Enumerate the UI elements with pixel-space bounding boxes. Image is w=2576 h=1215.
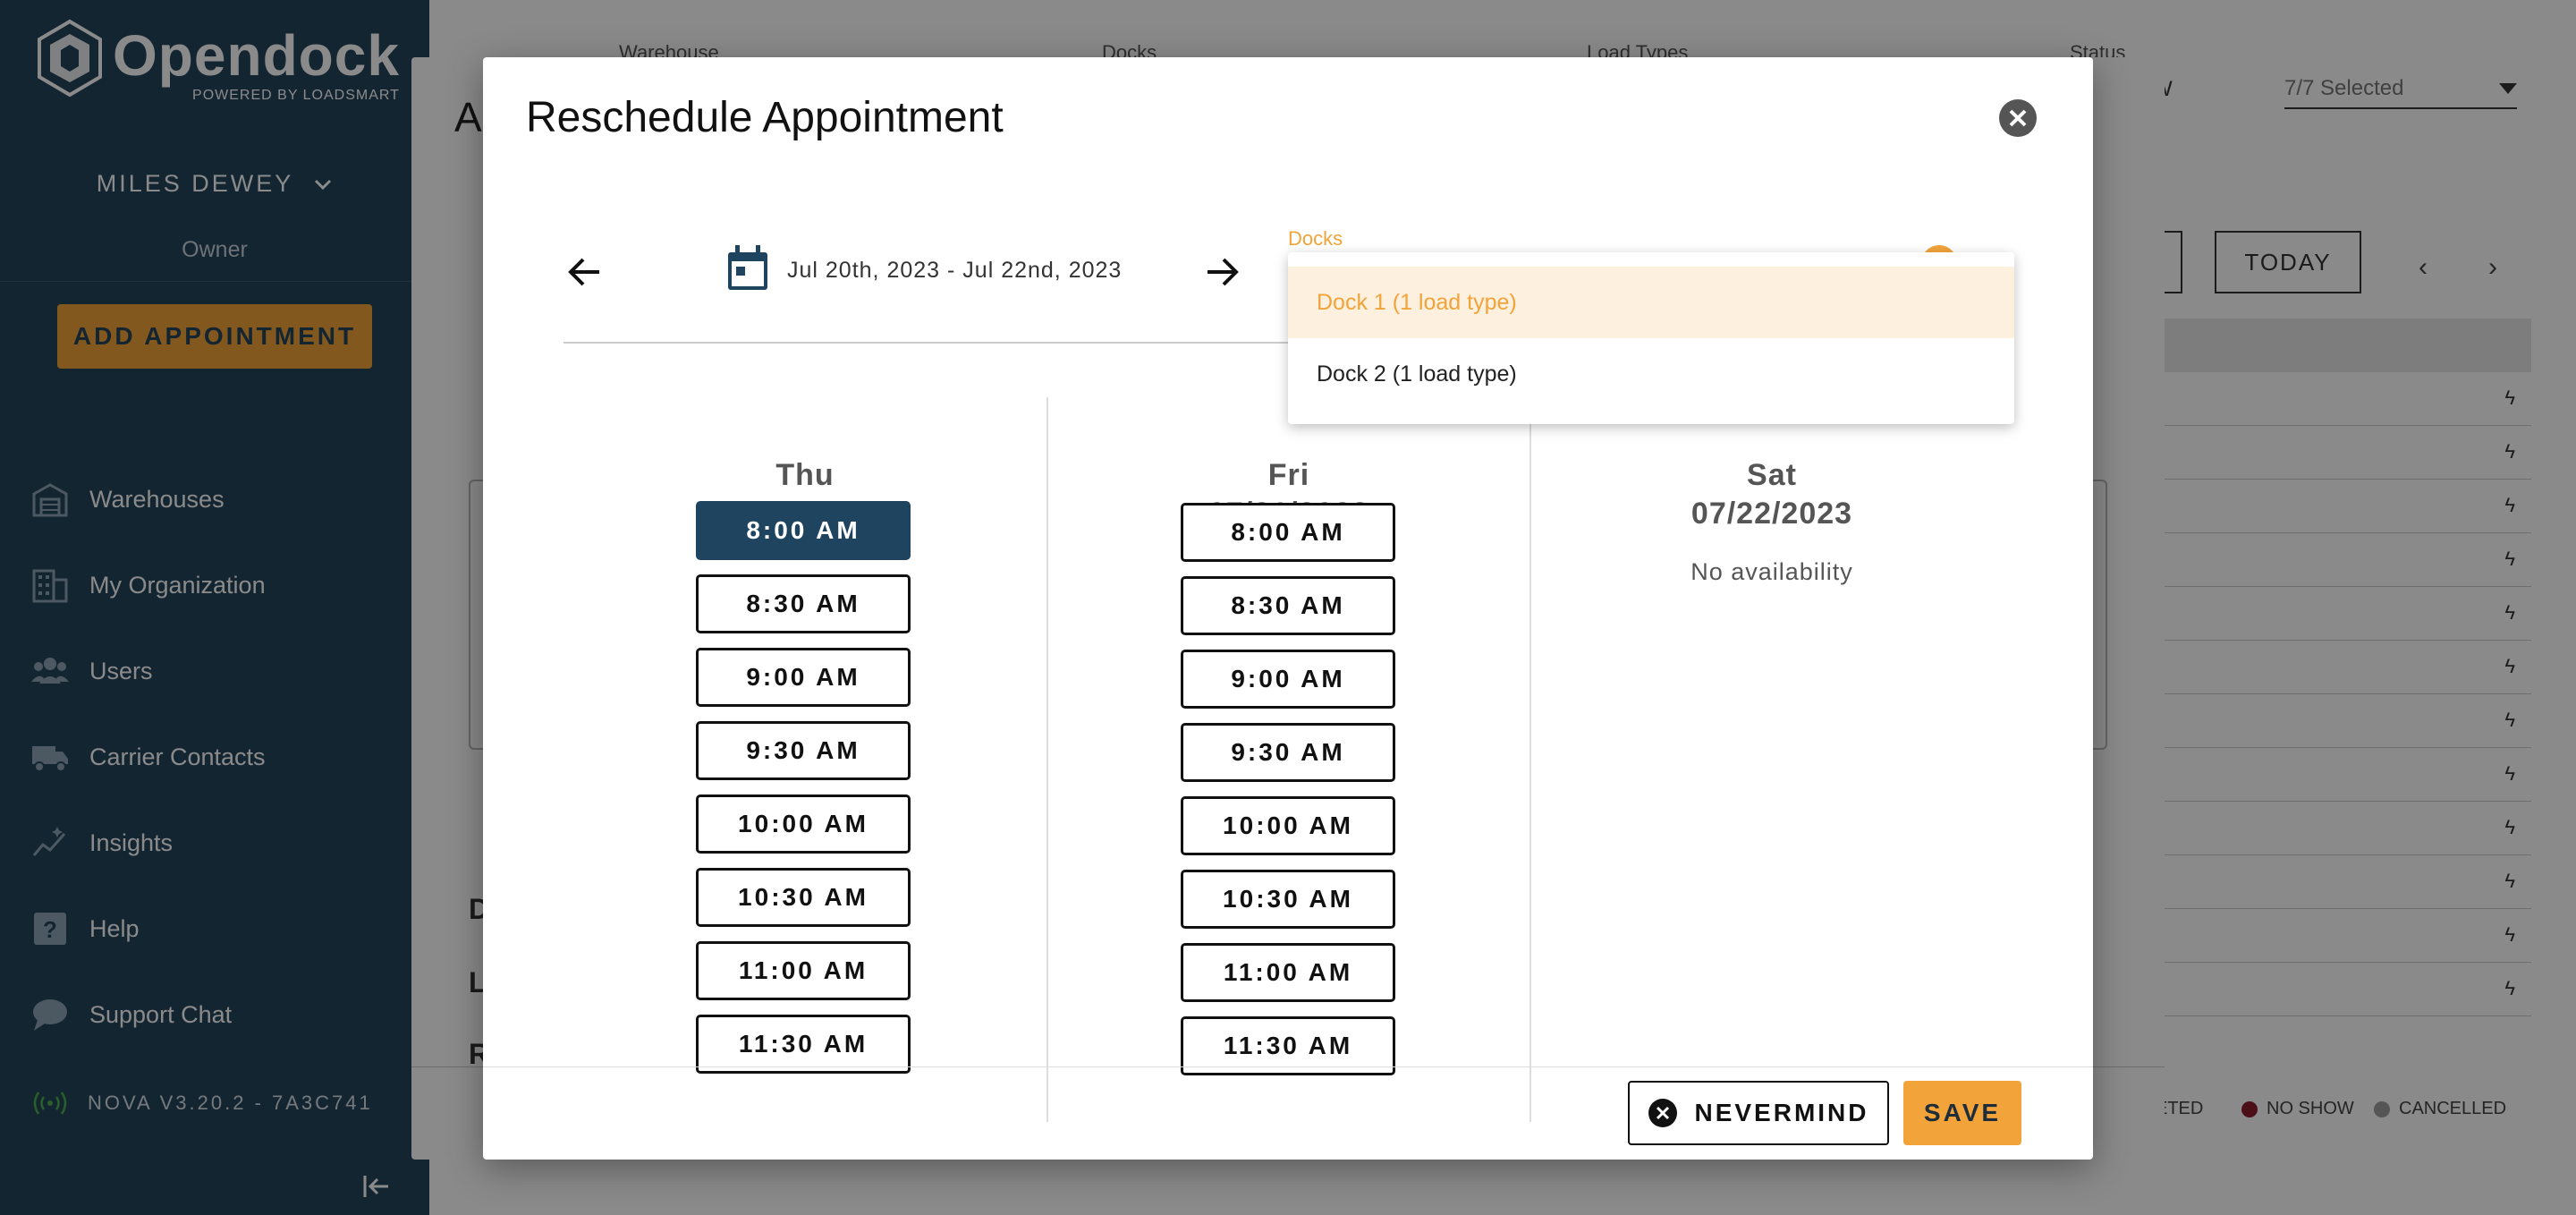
column-day: Fri: [1267, 458, 1310, 492]
arrow-right-icon[interactable]: [1200, 251, 1243, 293]
modal-title: Reschedule Appointment: [526, 94, 1004, 141]
time-slot-button[interactable]: 10:30 AM: [696, 868, 911, 927]
column-day: Thu: [775, 458, 835, 492]
time-slot-button[interactable]: 10:00 AM: [696, 794, 911, 854]
day-column-thu: Thu 07/20/2023 8:00 AM 8:30 AM 9:00 AM 9…: [564, 397, 1046, 1122]
column-day: Sat: [1747, 458, 1797, 492]
calendar-icon[interactable]: [724, 243, 771, 293]
docks-dropdown-menu: Dock 1 (1 load type) Dock 2 (1 load type…: [1288, 252, 2014, 424]
time-slots: 8:00 AM 8:30 AM 9:00 AM 9:30 AM 10:00 AM…: [696, 501, 912, 1088]
close-circle-icon: [1648, 1099, 1678, 1127]
time-slot-button[interactable]: 10:30 AM: [1181, 870, 1395, 929]
arrow-left-icon[interactable]: [564, 251, 606, 293]
day-column-fri: Fri 07/21/2023 8:00 AM 8:30 AM 9:00 AM 9…: [1046, 397, 1530, 1122]
day-column-sat: Sat 07/22/2023 No availability: [1530, 397, 2012, 1122]
column-date: 07/22/2023: [1690, 497, 1853, 531]
modal-footer-divider: [483, 1066, 2093, 1067]
time-slot-button[interactable]: 9:00 AM: [1181, 650, 1395, 709]
nevermind-button[interactable]: NEVERMIND: [1628, 1081, 1889, 1145]
save-button[interactable]: SAVE: [1903, 1081, 2021, 1145]
time-slots: 8:00 AM 8:30 AM 9:00 AM 9:30 AM 10:00 AM…: [1181, 503, 1397, 1090]
time-slot-button[interactable]: 10:00 AM: [1181, 796, 1395, 855]
time-slot-button[interactable]: 9:30 AM: [1181, 723, 1395, 782]
close-icon[interactable]: [1998, 98, 2038, 138]
time-slot-button[interactable]: 9:30 AM: [696, 721, 911, 780]
time-slot-button[interactable]: 11:00 AM: [1181, 943, 1395, 1002]
docks-field-label: Docks: [1288, 227, 1343, 250]
reschedule-appointment-modal: Reschedule Appointment Jul 20th, 2023 - …: [483, 57, 2093, 1160]
time-slot-button[interactable]: 9:00 AM: [696, 648, 911, 707]
time-slot-button[interactable]: 8:00 AM: [696, 501, 911, 560]
time-slot-button[interactable]: 8:30 AM: [696, 574, 911, 633]
no-availability-text: No availability: [1690, 558, 1853, 585]
time-slot-button[interactable]: 11:00 AM: [696, 941, 911, 1000]
dock-option[interactable]: Dock 1 (1 load type): [1288, 267, 2014, 338]
dock-option[interactable]: Dock 2 (1 load type): [1288, 338, 2014, 410]
availability-columns: Thu 07/20/2023 8:00 AM 8:30 AM 9:00 AM 9…: [564, 397, 2012, 1122]
time-slot-button[interactable]: 11:30 AM: [696, 1015, 911, 1074]
time-slot-button[interactable]: 8:30 AM: [1181, 576, 1395, 635]
nevermind-label: NEVERMIND: [1694, 1099, 1869, 1126]
time-slot-button[interactable]: 8:00 AM: [1181, 503, 1395, 562]
date-range-text[interactable]: Jul 20th, 2023 - Jul 22nd, 2023: [787, 258, 1122, 284]
